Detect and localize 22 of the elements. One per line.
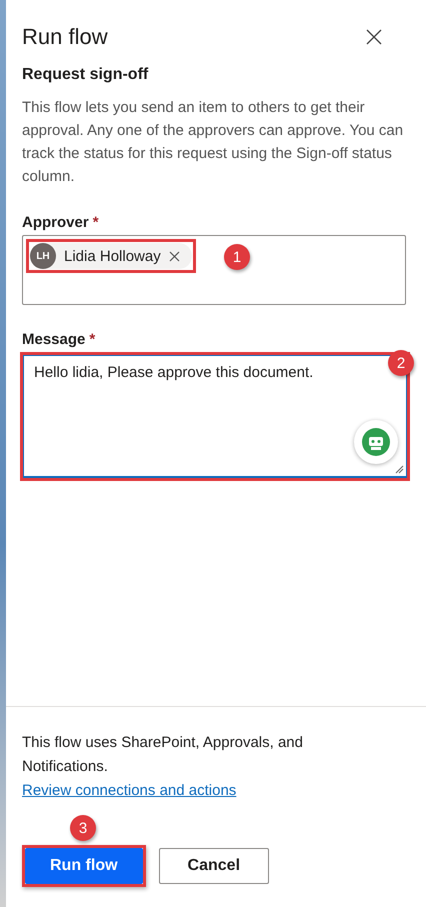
field-label: Approver xyxy=(22,214,89,231)
copilot-button[interactable] xyxy=(354,420,398,464)
callout-badge: 2 xyxy=(388,350,414,376)
robot-icon xyxy=(362,428,390,456)
review-link[interactable]: Review connections and actions xyxy=(22,782,236,799)
avatar: LH xyxy=(30,243,56,269)
callout-badge: 3 xyxy=(70,815,96,841)
person-chip[interactable]: LH Lidia Holloway xyxy=(30,243,192,269)
required-mark: * xyxy=(89,331,96,348)
flow-description: This flow lets you send an item to others to get their approval. Any one of the approvers can approve. You can track the status for this request using the Sign-off status column. xyxy=(22,98,404,187)
run-flow-button[interactable]: Run flow xyxy=(25,848,143,884)
field-label: Message xyxy=(22,331,86,348)
connections-note: This flow uses SharePoint, Approvals, and Notifications. xyxy=(22,733,304,777)
cancel-button[interactable]: Cancel xyxy=(158,848,270,884)
flow-name: Request sign-off xyxy=(22,66,150,84)
person-name: Lidia Holloway xyxy=(64,248,161,264)
required-mark: * xyxy=(92,214,99,231)
remove-icon[interactable] xyxy=(168,250,180,262)
callout-badge: 1 xyxy=(224,244,250,270)
panel-title: Run flow xyxy=(22,24,108,50)
resize-grip-icon[interactable] xyxy=(394,464,404,474)
close-icon[interactable] xyxy=(366,29,382,45)
